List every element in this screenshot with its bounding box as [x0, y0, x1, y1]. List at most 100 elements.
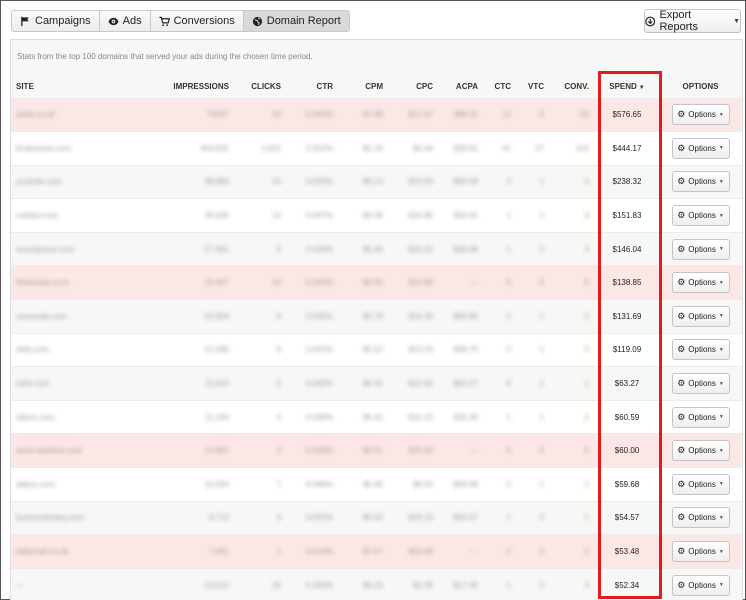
ctr-value: 0.252% — [305, 143, 333, 153]
cell-cpm: $5.31 — [339, 366, 389, 401]
options-button[interactable]: ⚙ Options ▼ — [671, 507, 730, 529]
impressions-value: 30,005 — [204, 211, 229, 221]
cell-options: ⚙ Options ▼ — [659, 366, 742, 401]
cell-cpc: $2.09 — [389, 567, 439, 600]
column-header-ctc[interactable]: CTC — [484, 76, 517, 98]
cell-acpa: $29.61 — [439, 131, 484, 166]
cell-ctc: 0 — [484, 467, 517, 502]
ctr-value: 0.031% — [305, 513, 333, 523]
conv-value: 0 — [584, 446, 589, 456]
cell-impressions: 11,203 — [163, 399, 235, 434]
cell-clicks: 10 — [235, 164, 287, 199]
column-header-ctr[interactable]: CTR — [287, 76, 339, 98]
site-value: dabuz.com — [16, 479, 56, 489]
cpc-value: $17.47 — [408, 110, 433, 120]
options-label: Options — [688, 345, 716, 355]
cell-cpc: $23.83 — [389, 164, 439, 199]
export-reports-button[interactable]: Export Reports ▼ — [644, 9, 741, 33]
tab-conversions[interactable]: Conversions — [150, 11, 244, 31]
table-row: brokestore.com 404,631 1,021 0.252% $1.10 $0.… — [11, 131, 742, 166]
chevron-down-icon: ▼ — [718, 380, 724, 387]
column-header-vtc[interactable]: VTC — [517, 76, 550, 98]
acpa-value: $39.70 — [453, 345, 478, 355]
cell-spend: $138.85 — [595, 265, 659, 300]
site-value: filebazaar.co.in — [16, 278, 70, 288]
ctc-value: 1 — [506, 311, 511, 321]
cpc-value: $13.89 — [408, 278, 433, 288]
tab-domain-report[interactable]: Domain Report — [243, 11, 349, 31]
tab-campaigns[interactable]: Campaigns — [12, 11, 100, 31]
gear-icon: ⚙ — [677, 411, 686, 422]
site-value: brokestore.com — [16, 143, 72, 153]
column-header-spend[interactable]: SPEND ▼ — [595, 76, 659, 98]
options-button[interactable]: ⚙ Options ▼ — [671, 373, 730, 395]
cpm-value: $1.10 — [362, 143, 383, 153]
column-header-conv[interactable]: CONV. — [550, 76, 595, 98]
cell-cpc: $15.15 — [389, 399, 439, 434]
cpm-value: $5.52 — [362, 345, 383, 355]
cell-vtc: 1 — [517, 399, 550, 434]
cell-impressions: 75007 — [163, 97, 235, 132]
column-header-cpm[interactable]: CPM — [339, 76, 389, 98]
cell-cpm: $5.78 — [339, 299, 389, 334]
vtc-value: 2 — [539, 211, 544, 221]
options-button[interactable]: ⚙ Options ▼ — [671, 104, 730, 126]
column-header-acpa[interactable]: ACPA — [439, 76, 484, 98]
cell-options: ⚙ Options ▼ — [659, 198, 742, 233]
options-button[interactable]: ⚙ Options ▼ — [671, 339, 730, 361]
impressions-value: 75007 — [206, 110, 229, 120]
column-header-cpc[interactable]: CPC — [389, 76, 439, 98]
cpc-value: $15.15 — [408, 412, 433, 422]
options-label: Options — [688, 311, 716, 321]
table-body: delta.co.uk 75007 33 0.044% $7.68 $17.47 $96.1… — [11, 97, 742, 600]
ctr-value: 0.250% — [305, 580, 333, 590]
cell-clicks: 7 — [235, 467, 287, 502]
impressions-value: 11,203 — [205, 412, 229, 422]
cell-conv: 0 — [550, 433, 595, 468]
chevron-down-icon: ▼ — [718, 481, 724, 488]
chevron-down-icon: ▼ — [733, 17, 740, 25]
options-button[interactable]: ⚙ Options ▼ — [671, 137, 730, 159]
cpc-value: $23.83 — [408, 177, 433, 187]
vtc-value: 0 — [539, 547, 544, 557]
cell-ctc: 1 — [484, 198, 517, 233]
options-button[interactable]: ⚙ Options ▼ — [671, 205, 730, 227]
options-button[interactable]: ⚙ Options ▼ — [671, 238, 730, 260]
cell-acpa: — — [439, 265, 484, 300]
cell-cpm: $5.51 — [339, 433, 389, 468]
gear-icon: ⚙ — [677, 277, 686, 288]
table-row: tvlist.com 11,915 5 0.042% $5.31 $12.65 $63.27… — [11, 366, 742, 401]
options-button[interactable]: ⚙ Options ▼ — [671, 541, 730, 563]
tab-ads[interactable]: Ads — [99, 11, 151, 31]
conv-value: 2 — [584, 412, 589, 422]
cell-ctc: 1 — [484, 399, 517, 434]
cpc-value: $53.48 — [408, 547, 433, 557]
options-button[interactable]: ⚙ Options ▼ — [671, 272, 730, 294]
options-button[interactable]: ⚙ Options ▼ — [671, 171, 730, 193]
table-row: moviepress.com 27,061 9 0.033% $5.40 $16.23 $4… — [11, 231, 742, 266]
ctc-value: 0 — [506, 278, 511, 288]
options-button[interactable]: ⚙ Options ▼ — [671, 473, 730, 495]
cell-site: dailymail.co.uk — [11, 534, 163, 569]
column-header-site[interactable]: SITE — [11, 76, 163, 98]
cell-acpa: $96.11 — [439, 97, 484, 132]
cpm-value: $5.78 — [362, 311, 383, 321]
acpa-value: $48.68 — [453, 244, 478, 254]
ctc-value: 1 — [506, 211, 511, 221]
options-button[interactable]: ⚙ Options ▼ — [671, 574, 730, 596]
options-button[interactable]: ⚙ Options ▼ — [671, 440, 730, 462]
cell-cpc: $17.47 — [389, 97, 439, 132]
column-header-impressions[interactable]: IMPRESSIONS — [163, 76, 235, 98]
vtc-value: 0 — [539, 278, 544, 288]
column-header-clicks[interactable]: CLICKS — [235, 76, 287, 98]
options-button[interactable]: ⚙ Options ▼ — [671, 406, 730, 428]
cell-conv: 3 — [550, 567, 595, 600]
options-button[interactable]: ⚙ Options ▼ — [671, 305, 730, 327]
cell-options: ⚙ Options ▼ — [659, 433, 742, 468]
vtc-value: 1 — [539, 379, 544, 389]
clicks-value: 5 — [276, 379, 281, 389]
cell-ctc: 11 — [484, 97, 517, 132]
vtc-value: 0 — [539, 446, 544, 456]
ctr-value: 0.042% — [305, 379, 333, 389]
cell-cpm: $5.93 — [339, 265, 389, 300]
